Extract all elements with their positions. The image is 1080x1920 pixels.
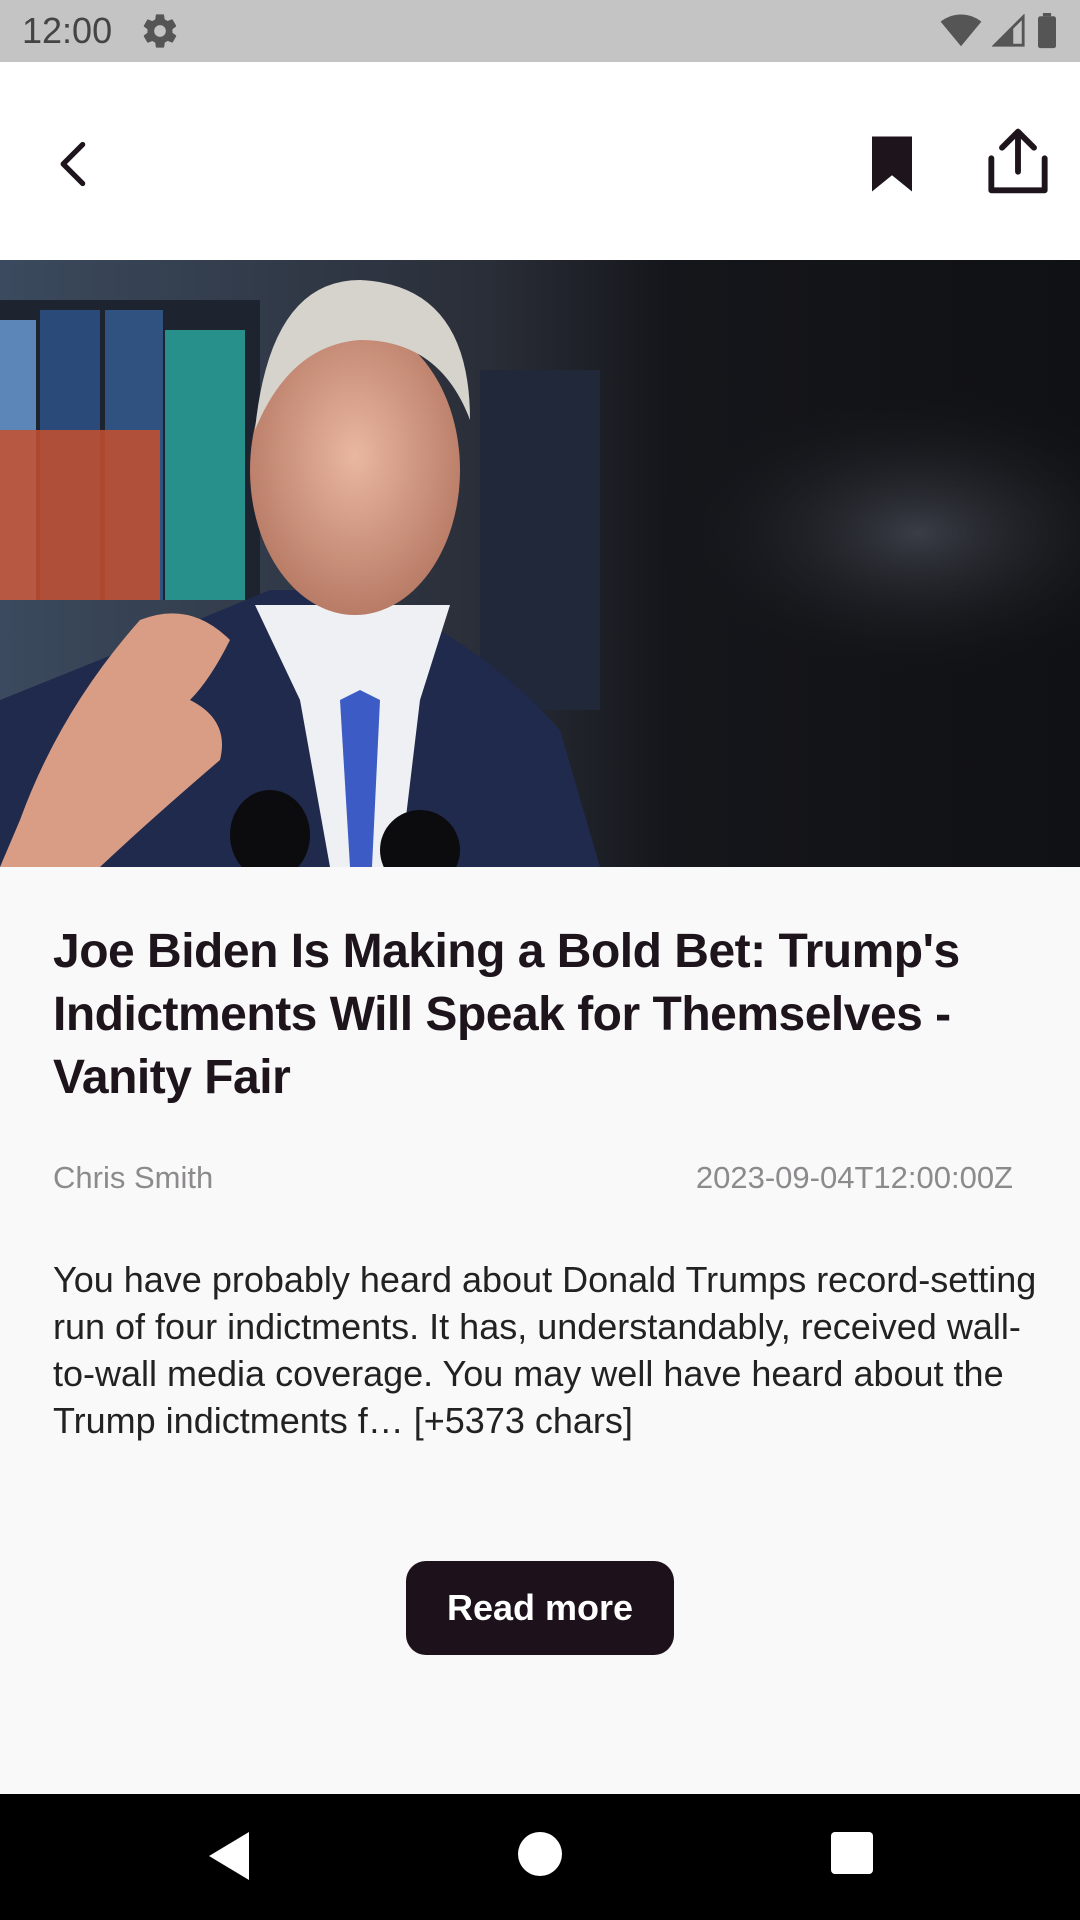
back-arrow-icon[interactable] xyxy=(48,138,100,190)
bookmark-icon[interactable] xyxy=(866,134,918,194)
signal-icon xyxy=(992,14,1025,47)
article-content: You have probably heard about Donald Tru… xyxy=(53,1259,1037,1441)
article-photo xyxy=(0,260,1080,867)
share-icon[interactable] xyxy=(986,126,1050,196)
system-nav-bar xyxy=(0,1794,1080,1920)
article-date: 2023-09-04T12:00:00Z xyxy=(695,1160,1013,1195)
article-meta: Chris Smith 2023-09-04T12:00:00Z xyxy=(53,1160,1013,1196)
nav-back-icon[interactable] xyxy=(205,1828,253,1884)
wifi-icon xyxy=(940,14,982,47)
status-time: 12:00 xyxy=(22,10,113,51)
read-more-button[interactable]: Read more xyxy=(406,1561,674,1655)
app-bar xyxy=(0,62,1080,260)
article-author: Chris Smith xyxy=(53,1160,214,1195)
nav-recents-icon[interactable] xyxy=(831,1832,873,1874)
status-bar: 12:00 xyxy=(0,0,1080,62)
status-icons xyxy=(940,13,1058,49)
nav-home-icon[interactable] xyxy=(518,1832,562,1876)
battery-icon xyxy=(1038,13,1056,49)
settings-icon xyxy=(143,14,177,48)
article-title: Joe Biden Is Making a Bold Bet: Trump's … xyxy=(53,925,960,1104)
article-image xyxy=(0,260,1080,867)
